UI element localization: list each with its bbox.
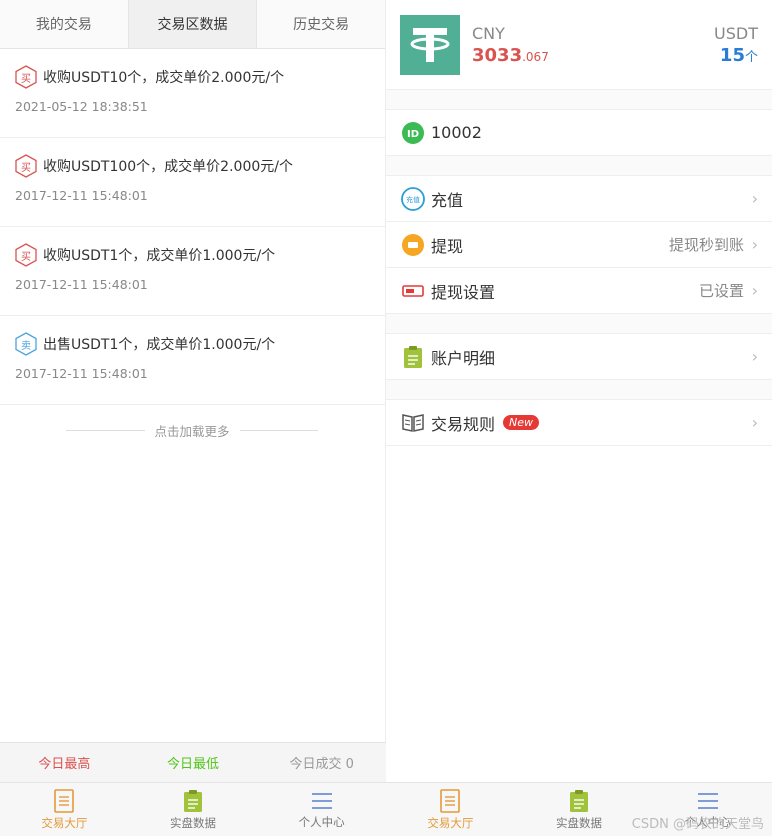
book-icon (401, 411, 425, 435)
svg-text:ID: ID (407, 129, 419, 140)
trade-time: 2017-12-11 15:48:01 (15, 366, 148, 381)
today-low: 今日最低 (167, 757, 220, 772)
trade-text: 收购USDT10个，成交单价2.000元/个 (43, 70, 285, 86)
trade-row[interactable]: 卖 出售USDT1个，成交单价1.000元/个 2017-12-11 15:48… (0, 316, 385, 405)
account-details-row[interactable]: 账户明细 › (386, 334, 772, 380)
trade-tabs: 我的交易 交易区数据 历史交易 (0, 0, 385, 49)
watermark: CSDN @码农的天堂鸟 (631, 817, 764, 832)
daily-stats: 今日最高 今日最低 今日成交 0 (0, 742, 386, 782)
chevron-right-icon: › (751, 281, 758, 300)
trade-time: 2017-12-11 15:48:01 (15, 277, 148, 292)
clipboard-icon (570, 789, 588, 812)
chevron-right-icon: › (751, 413, 758, 432)
load-more-button[interactable]: 点击加载更多 (66, 421, 318, 439)
recharge-label: 充值 (431, 190, 464, 210)
usdt-label: USDT (714, 24, 758, 43)
trade-row[interactable]: 买 收购USDT1个，成交单价1.000元/个 2017-12-11 15:48… (0, 227, 385, 316)
chevron-right-icon: › (751, 235, 758, 254)
tether-logo-icon (400, 14, 460, 75)
today-high: 今日最高 (38, 757, 91, 772)
cny-label: CNY (472, 23, 505, 43)
clipboard-icon (184, 789, 202, 812)
tab-history-trades[interactable]: 历史交易 (257, 0, 385, 48)
document-icon (440, 788, 461, 813)
cny-balance: 3033.067 (472, 44, 549, 66)
trade-text: 收购USDT1个，成交单价1.000元/个 (43, 248, 276, 264)
menu-icon (697, 792, 718, 809)
nav-personal-center[interactable]: 个人中心 (257, 783, 386, 836)
nav-live-data[interactable]: 实盘数据 (129, 783, 258, 836)
recharge-icon: 充值 (401, 186, 425, 211)
trading-rules-row[interactable]: 交易规则 New › (386, 400, 772, 446)
buy-badge-icon: 买 (15, 154, 37, 178)
user-id-row: ID 10002 (386, 110, 772, 156)
usdt-balance: 15个 (719, 45, 758, 66)
clipboard-icon (401, 345, 425, 369)
recharge-row[interactable]: 充值 充值 › (386, 176, 772, 222)
trade-text: 收购USDT100个，成交单价2.000元/个 (43, 159, 293, 175)
tab-my-trades[interactable]: 我的交易 (0, 0, 129, 48)
withdraw-settings-row[interactable]: 提现设置 已设置 › (386, 268, 772, 314)
chevron-right-icon: › (751, 347, 758, 366)
sell-badge-icon: 卖 (15, 332, 37, 356)
trade-row[interactable]: 买 收购USDT100个，成交单价2.000元/个 2017-12-11 15:… (0, 138, 385, 227)
tab-trade-zone-data[interactable]: 交易区数据 (128, 0, 258, 48)
trade-time: 2021-05-12 18:38:51 (15, 99, 148, 114)
divider (386, 90, 772, 110)
trade-time: 2017-12-11 15:48:01 (15, 188, 148, 203)
divider (386, 314, 772, 334)
card-icon (401, 279, 425, 303)
svg-text:充值: 充值 (406, 195, 420, 204)
nav-trading-hall[interactable]: 交易大厅 (0, 783, 129, 836)
withdraw-settings-label: 提现设置 (431, 282, 496, 302)
trade-row[interactable]: 买 收购USDT10个，成交单价2.000元/个 2021-05-12 18:3… (0, 49, 385, 138)
bottom-nav: 交易大厅 实盘数据 个人中心 (0, 782, 386, 836)
trade-text: 出售USDT1个，成交单价1.000元/个 (43, 337, 276, 353)
trading-panel: 我的交易 交易区数据 历史交易 买 收购USDT10个，成交单价2.000元/个… (0, 0, 386, 836)
divider (386, 156, 772, 176)
menu-icon (311, 792, 332, 809)
buy-badge-icon: 买 (15, 65, 37, 89)
trading-rules-label: 交易规则 (431, 414, 496, 434)
buy-badge-icon: 买 (15, 243, 37, 267)
document-icon (54, 788, 75, 813)
withdraw-value: 提现秒到账 (668, 236, 744, 254)
balance-header: CNY 3033.067 USDT 15个 (386, 0, 772, 90)
user-id: 10002 (431, 123, 482, 142)
nav-trading-hall[interactable]: 交易大厅 (386, 783, 515, 836)
chevron-right-icon: › (751, 189, 758, 208)
withdraw-icon (401, 233, 425, 257)
divider (386, 380, 772, 400)
nav-live-data[interactable]: 实盘数据 (515, 783, 644, 836)
today-volume: 今日成交 0 (289, 757, 354, 772)
new-badge: New (503, 415, 540, 430)
withdraw-row[interactable]: 提现 提现秒到账 › (386, 222, 772, 268)
id-icon: ID (401, 121, 425, 145)
withdraw-label: 提现 (431, 236, 464, 256)
account-panel: CNY 3033.067 USDT 15个 ID 10002 充值 充值 › 提… (386, 0, 772, 836)
withdraw-settings-value: 已设置 (698, 282, 744, 300)
account-details-label: 账户明细 (431, 348, 496, 368)
